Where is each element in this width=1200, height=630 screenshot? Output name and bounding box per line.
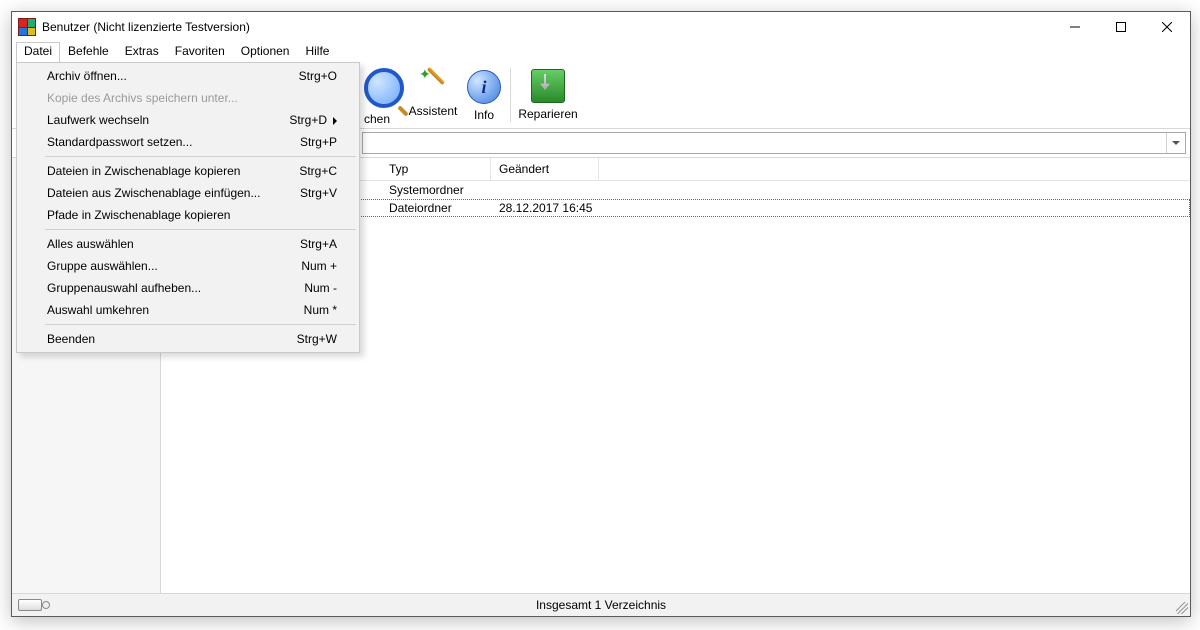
menu-deselect-group[interactable]: Gruppenauswahl aufheben... Num - [19,277,357,299]
toolbar-separator [510,68,511,122]
menu-invert-selection[interactable]: Auswahl umkehren Num * [19,299,357,321]
menu-datei[interactable]: Datei [16,42,60,62]
toolbar-wizard-button[interactable]: Assistent [404,64,462,128]
search-icon [364,68,404,108]
menu-set-password[interactable]: Standardpasswort setzen... Strg+P [19,131,357,153]
menu-optionen[interactable]: Optionen [233,42,298,62]
menu-copy-files[interactable]: Dateien in Zwischenablage kopieren Strg+… [19,160,357,182]
menu-separator [45,229,356,230]
menu-favoriten[interactable]: Favoriten [167,42,233,62]
menu-select-all[interactable]: Alles auswählen Strg+A [19,233,357,255]
menu-save-copy: Kopie des Archivs speichern unter... [19,87,357,109]
menu-separator [45,156,356,157]
menu-hilfe[interactable]: Hilfe [297,42,337,62]
toolbar-search-label: chen [364,112,390,126]
toolbar-search-button[interactable]: chen [362,64,404,128]
menu-exit[interactable]: Beenden Strg+W [19,328,357,350]
status-bar: Insgesamt 1 Verzeichnis [12,593,1190,616]
cell-type: Systemordner [381,183,491,197]
title-bar: Benutzer (Nicht lizenzierte Testversion) [12,12,1190,42]
info-icon: i [467,70,501,104]
toolbar-repair-label: Reparieren [518,107,577,121]
column-header-modified[interactable]: Geändert [491,158,599,180]
resize-grip-icon[interactable] [1176,602,1188,614]
menu-bar: Datei Befehle Extras Favoriten Optionen … [12,42,1190,62]
app-icon [18,18,36,36]
column-header-type[interactable]: Typ [381,158,491,180]
path-combo[interactable] [362,132,1186,154]
toolbar-info-button[interactable]: i Info [462,64,506,128]
toolbar-repair-button[interactable]: Reparieren [515,64,581,128]
minimize-button[interactable] [1052,12,1098,42]
menu-datei-dropdown: Archiv öffnen... Strg+O Kopie des Archiv… [16,62,360,353]
close-button[interactable] [1144,12,1190,42]
toolbar-info-label: Info [474,108,494,122]
app-window: Benutzer (Nicht lizenzierte Testversion)… [11,11,1191,617]
menu-select-group[interactable]: Gruppe auswählen... Num + [19,255,357,277]
window-title: Benutzer (Nicht lizenzierte Testversion) [42,20,250,34]
menu-paste-files[interactable]: Dateien aus Zwischenablage einfügen... S… [19,182,357,204]
menu-separator [45,324,356,325]
column-header-spacer [599,158,1190,180]
menu-copy-paths[interactable]: Pfade in Zwischenablage kopieren [19,204,357,226]
disk-icon [18,599,42,611]
menu-change-drive[interactable]: Laufwerk wechseln Strg+D [19,109,357,131]
menu-befehle[interactable]: Befehle [60,42,117,62]
chevron-down-icon[interactable] [1166,133,1185,153]
menu-open-archive[interactable]: Archiv öffnen... Strg+O [19,65,357,87]
menu-extras[interactable]: Extras [117,42,167,62]
toolbar-wizard-label: Assistent [409,104,458,118]
wand-icon [417,68,449,100]
maximize-button[interactable] [1098,12,1144,42]
status-text: Insgesamt 1 Verzeichnis [536,598,666,612]
repair-icon [531,69,565,103]
cell-modified: 28.12.2017 16:45 [491,201,599,215]
cell-type: Dateiordner [381,201,491,215]
